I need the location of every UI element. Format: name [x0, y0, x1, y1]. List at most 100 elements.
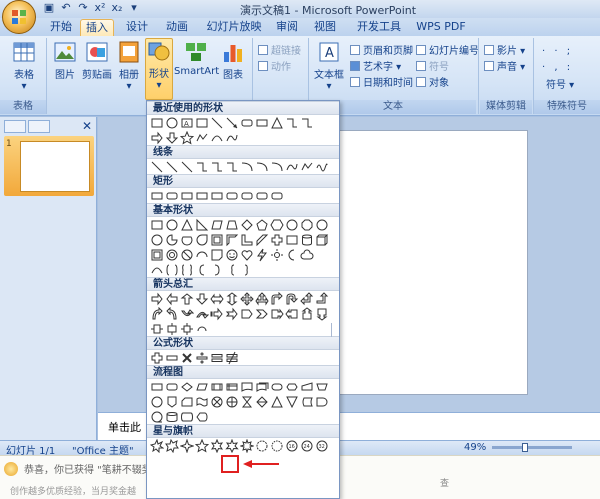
tab-slideshow[interactable]: 幻灯片放映	[202, 19, 266, 36]
bent-up-arrow-shape-icon[interactable]	[315, 291, 329, 306]
scribble-shape-icon[interactable]	[315, 160, 329, 174]
line-shape-icon[interactable]	[150, 160, 164, 174]
zoom-slider[interactable]	[492, 443, 572, 452]
down-arrow-shape-icon[interactable]	[195, 292, 209, 306]
star-10-shape-icon[interactable]	[255, 439, 269, 453]
curved-double-arrow-icon[interactable]	[270, 160, 284, 174]
rounded-rect-shape-icon[interactable]	[240, 116, 254, 130]
snip-rect-2-shape-icon[interactable]	[195, 189, 209, 203]
tab-view[interactable]: 视图	[308, 19, 342, 36]
undo-icon[interactable]: ↶	[59, 1, 73, 15]
cross-shape-icon[interactable]	[270, 233, 284, 247]
heart-shape-icon[interactable]	[240, 248, 254, 262]
superscript-icon[interactable]: x²	[93, 1, 107, 15]
flowchart-collate-icon[interactable]	[240, 395, 254, 409]
flowchart-summing-junction-icon[interactable]	[210, 395, 224, 409]
diagonal-stripe-shape-icon[interactable]	[255, 233, 269, 247]
divide-shape-icon[interactable]	[195, 351, 209, 365]
flowchart-magnetic-disk-icon[interactable]	[165, 410, 179, 424]
down-arrow-shape-icon[interactable]	[165, 131, 179, 145]
table-button[interactable]: 表格 ▾	[4, 40, 44, 98]
lightning-bolt-shape-icon[interactable]	[255, 248, 269, 262]
flowchart-direct-access-icon[interactable]	[180, 410, 194, 424]
up-arrow-callout-shape-icon[interactable]	[300, 306, 314, 321]
flowchart-document-icon[interactable]	[240, 380, 254, 394]
datetime-button[interactable]: 日期和时间	[350, 74, 413, 89]
no-symbol-shape-icon[interactable]	[180, 248, 194, 262]
flowchart-predefined-icon[interactable]	[210, 380, 224, 394]
cube-shape-icon[interactable]	[315, 233, 329, 247]
elbow-arrow-icon[interactable]	[210, 160, 224, 174]
header-footer-button[interactable]: 页眉和页脚	[350, 42, 413, 57]
pentagon-shape-icon[interactable]	[255, 218, 269, 232]
star-12-shape-icon[interactable]	[270, 439, 284, 453]
left-bracket-shape-icon[interactable]	[195, 263, 209, 277]
arrow-line-shape-icon[interactable]	[225, 116, 239, 130]
octagon-shape-icon[interactable]	[300, 218, 314, 232]
round-rect-3-shape-icon[interactable]	[240, 189, 254, 203]
flowchart-preparation-icon[interactable]	[285, 380, 299, 394]
gallery-scrollbar[interactable]	[331, 323, 337, 337]
up-down-arrow-callout-shape-icon[interactable]	[165, 322, 179, 336]
flowchart-sort-icon[interactable]	[255, 395, 269, 409]
flowchart-stored-data-icon[interactable]	[300, 395, 314, 409]
notched-right-arrow-shape-icon[interactable]	[225, 307, 239, 321]
oval-shape-icon[interactable]	[165, 116, 179, 130]
flowchart-delay-icon[interactable]	[315, 395, 329, 409]
oval-shape-icon[interactable]	[165, 218, 179, 232]
rect-shape-icon[interactable]	[255, 116, 269, 130]
star-4-shape-icon[interactable]	[180, 438, 194, 453]
tab-slides[interactable]	[4, 120, 26, 133]
flowchart-terminator-icon[interactable]	[270, 380, 284, 394]
left-right-up-arrow-shape-icon[interactable]	[255, 291, 269, 306]
tab-home[interactable]: 开始	[44, 19, 78, 36]
curved-left-arrow-shape-icon[interactable]	[165, 306, 179, 321]
hyperlink-button[interactable]: 超链接	[258, 42, 301, 57]
arrow-line-shape-icon[interactable]	[165, 160, 179, 174]
notice-link[interactable]: 查	[440, 476, 449, 489]
half-frame-shape-icon[interactable]	[225, 233, 239, 247]
object-button[interactable]: 对象	[416, 74, 449, 89]
right-triangle-shape-icon[interactable]	[195, 218, 209, 232]
freeform-shape-icon[interactable]	[195, 131, 209, 145]
multiply-shape-icon[interactable]	[180, 351, 194, 365]
frame-shape-icon[interactable]	[210, 233, 224, 247]
star-7-shape-icon[interactable]	[225, 438, 239, 453]
close-icon[interactable]: ✕	[82, 119, 92, 133]
left-arrow-callout-shape-icon[interactable]	[285, 307, 299, 321]
zoom-slider-thumb[interactable]	[522, 443, 528, 452]
up-arrow-shape-icon[interactable]	[180, 292, 194, 306]
left-right-arrow-shape-icon[interactable]	[210, 292, 224, 306]
textbox-shape-icon[interactable]	[150, 218, 164, 232]
trapezoid-shape-icon[interactable]	[225, 218, 239, 232]
elbow-double-arrow-icon[interactable]	[225, 160, 239, 174]
clipart-button[interactable]: 剪贴画	[80, 40, 114, 98]
star-shape-icon[interactable]	[180, 130, 194, 145]
slide-canvas[interactable]	[330, 130, 528, 395]
curved-connector-icon[interactable]	[240, 160, 254, 174]
star-16-shape-icon[interactable]: 16	[285, 439, 299, 453]
slide-thumbnail-selected[interactable]: 1	[4, 136, 94, 196]
minus-shape-icon[interactable]	[165, 351, 179, 365]
triangle-shape-icon[interactable]	[180, 218, 194, 232]
chart-button[interactable]: 图表	[218, 40, 248, 98]
flowchart-offpage-connector-icon[interactable]	[165, 395, 179, 409]
wordart-button[interactable]: 艺术字 ▾	[350, 58, 401, 73]
flowchart-process-icon[interactable]	[150, 380, 164, 394]
picture-button[interactable]: 图片	[50, 40, 80, 98]
equal-shape-icon[interactable]	[210, 351, 224, 365]
left-right-arrow-callout-shape-icon[interactable]	[150, 322, 164, 336]
flowchart-manual-operation-icon[interactable]	[315, 380, 329, 394]
curve-shape-icon[interactable]	[225, 131, 239, 145]
up-down-arrow-shape-icon[interactable]	[225, 291, 239, 306]
vertical-textbox-shape-icon[interactable]	[195, 116, 209, 130]
heptagon-shape-icon[interactable]	[285, 218, 299, 232]
quad-arrow-callout-shape-icon[interactable]	[180, 322, 194, 336]
teardrop-shape-icon[interactable]	[195, 233, 209, 247]
curved-up-arrow-shape-icon[interactable]	[180, 307, 194, 321]
special-symbol-button[interactable]: 符号 ▾	[546, 76, 574, 91]
tab-review[interactable]: 审阅	[270, 19, 304, 36]
right-arrow-shape-icon[interactable]	[150, 131, 164, 145]
double-bracket-shape-icon[interactable]	[165, 263, 179, 277]
double-arrow-line-shape-icon[interactable]	[180, 160, 194, 174]
